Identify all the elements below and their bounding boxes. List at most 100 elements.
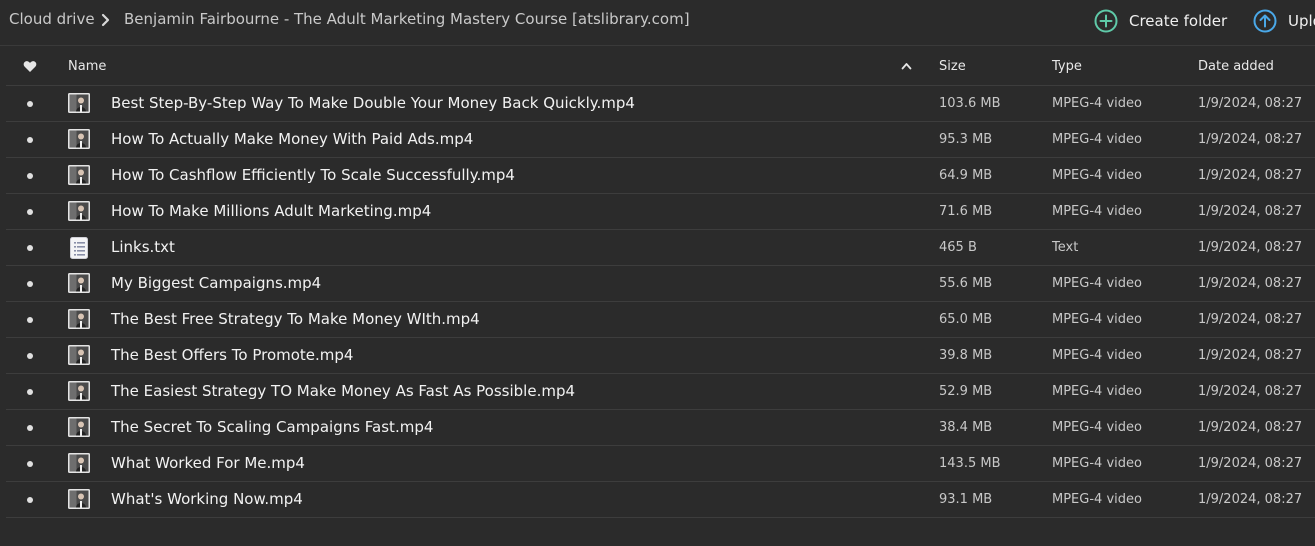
file-list: Best Step-By-Step Way To Make Double You…: [6, 86, 1315, 518]
file-name[interactable]: How To Make Millions Adult Marketing.mp4: [111, 202, 431, 220]
file-name[interactable]: The Easiest Strategy TO Make Money As Fa…: [111, 382, 575, 400]
file-name[interactable]: The Best Free Strategy To Make Money WIt…: [111, 310, 480, 328]
upload-button[interactable]: Upload: [1253, 7, 1315, 35]
file-date-added: 1/9/2024, 08:27: [1198, 492, 1303, 507]
video-thumbnail-icon: [68, 453, 90, 473]
file-name[interactable]: What's Working Now.mp4: [111, 490, 303, 508]
file-type: Text: [1052, 240, 1079, 255]
table-row[interactable]: What Worked For Me.mp4 143.5 MB MPEG-4 vid…: [6, 446, 1315, 482]
file-name[interactable]: Best Step-By-Step Way To Make Double You…: [111, 94, 635, 112]
file-size: 93.1 MB: [939, 492, 993, 507]
video-thumbnail-icon: [68, 417, 90, 437]
favorite-dot-icon[interactable]: [27, 137, 33, 143]
table-row[interactable]: Best Step-By-Step Way To Make Double You…: [6, 86, 1315, 122]
file-date-added: 1/9/2024, 08:27: [1198, 348, 1303, 363]
favorite-dot-icon[interactable]: [27, 389, 33, 395]
file-size: 143.5 MB: [939, 456, 1001, 471]
file-size: 39.8 MB: [939, 348, 993, 363]
favorite-dot-icon[interactable]: [27, 425, 33, 431]
file-name[interactable]: How To Actually Make Money With Paid Ads…: [111, 130, 473, 148]
file-type: MPEG-4 video: [1052, 276, 1142, 291]
table-row[interactable]: How To Cashflow Efficiently To Scale Suc…: [6, 158, 1315, 194]
favorite-dot-icon[interactable]: [27, 353, 33, 359]
file-size: 71.6 MB: [939, 204, 993, 219]
favorite-dot-icon[interactable]: [27, 497, 33, 503]
video-thumbnail-icon: [68, 201, 90, 221]
favorite-dot-icon[interactable]: [27, 173, 33, 179]
file-name[interactable]: What Worked For Me.mp4: [111, 454, 305, 472]
column-header-date-added[interactable]: Date added: [1198, 59, 1274, 74]
file-size: 65.0 MB: [939, 312, 993, 327]
file-date-added: 1/9/2024, 08:27: [1198, 204, 1303, 219]
file-type: MPEG-4 video: [1052, 348, 1142, 363]
video-thumbnail-icon: [68, 273, 90, 293]
heart-icon[interactable]: [23, 60, 37, 73]
breadcrumb-current-folder: Benjamin Fairbourne - The Adult Marketin…: [124, 10, 690, 28]
file-name[interactable]: How To Cashflow Efficiently To Scale Suc…: [111, 166, 515, 184]
file-size: 95.3 MB: [939, 132, 993, 147]
file-type: MPEG-4 video: [1052, 96, 1142, 111]
video-thumbnail-icon: [68, 129, 90, 149]
table-row[interactable]: The Secret To Scaling Campaigns Fast.mp4…: [6, 410, 1315, 446]
file-name[interactable]: Links.txt: [111, 238, 175, 256]
table-row[interactable]: The Best Free Strategy To Make Money WIt…: [6, 302, 1315, 338]
favorite-dot-icon[interactable]: [27, 461, 33, 467]
upload-arrow-icon: [1253, 9, 1277, 33]
top-bar: Cloud drive Benjamin Fairbourne - The Ad…: [0, 0, 1315, 46]
table-row[interactable]: Links.txt 465 B Text 1/9/2024, 08:27: [6, 230, 1315, 266]
file-type: MPEG-4 video: [1052, 168, 1142, 183]
file-date-added: 1/9/2024, 08:27: [1198, 240, 1303, 255]
file-name[interactable]: The Secret To Scaling Campaigns Fast.mp4: [111, 418, 433, 436]
file-type: MPEG-4 video: [1052, 492, 1142, 507]
file-size: 52.9 MB: [939, 384, 993, 399]
favorite-dot-icon[interactable]: [27, 281, 33, 287]
table-row[interactable]: The Easiest Strategy TO Make Money As Fa…: [6, 374, 1315, 410]
video-thumbnail-icon: [68, 93, 90, 113]
file-type: MPEG-4 video: [1052, 456, 1142, 471]
file-name[interactable]: My Biggest Campaigns.mp4: [111, 274, 321, 292]
file-date-added: 1/9/2024, 08:27: [1198, 96, 1303, 111]
file-date-added: 1/9/2024, 08:27: [1198, 132, 1303, 147]
column-header-size[interactable]: Size: [939, 59, 966, 74]
file-date-added: 1/9/2024, 08:27: [1198, 420, 1303, 435]
favorite-dot-icon[interactable]: [27, 209, 33, 215]
plus-circle-icon: [1094, 9, 1118, 33]
file-size: 64.9 MB: [939, 168, 993, 183]
upload-label: Upload: [1288, 12, 1315, 30]
table-row[interactable]: The Best Offers To Promote.mp4 39.8 MB MPE…: [6, 338, 1315, 374]
table-row[interactable]: How To Actually Make Money With Paid Ads…: [6, 122, 1315, 158]
text-file-icon: [68, 237, 90, 259]
file-date-added: 1/9/2024, 08:27: [1198, 312, 1303, 327]
file-type: MPEG-4 video: [1052, 312, 1142, 327]
breadcrumb-root[interactable]: Cloud drive: [9, 10, 95, 28]
file-type: MPEG-4 video: [1052, 204, 1142, 219]
file-type: MPEG-4 video: [1052, 384, 1142, 399]
create-folder-label: Create folder: [1129, 12, 1228, 30]
file-name[interactable]: The Best Offers To Promote.mp4: [111, 346, 353, 364]
column-header-name[interactable]: Name: [68, 59, 106, 74]
video-thumbnail-icon: [68, 489, 90, 509]
create-folder-button[interactable]: Create folder: [1094, 7, 1227, 35]
favorite-dot-icon[interactable]: [27, 245, 33, 251]
table-header: Name Size Type Date added: [6, 48, 1315, 86]
file-type: MPEG-4 video: [1052, 420, 1142, 435]
file-size: 55.6 MB: [939, 276, 993, 291]
table-row[interactable]: What's Working Now.mp4 93.1 MB MPEG-4 vide…: [6, 482, 1315, 518]
file-table: Name Size Type Date added Best Step-By-S…: [6, 48, 1315, 518]
sort-ascending-icon[interactable]: [901, 62, 912, 70]
chevron-right-icon: [101, 13, 110, 27]
file-date-added: 1/9/2024, 08:27: [1198, 276, 1303, 291]
video-thumbnail-icon: [68, 309, 90, 329]
video-thumbnail-icon: [68, 345, 90, 365]
file-date-added: 1/9/2024, 08:27: [1198, 456, 1303, 471]
file-size: 103.6 MB: [939, 96, 1001, 111]
favorite-dot-icon[interactable]: [27, 317, 33, 323]
file-date-added: 1/9/2024, 08:27: [1198, 384, 1303, 399]
table-row[interactable]: My Biggest Campaigns.mp4 55.6 MB MPEG-4 vi…: [6, 266, 1315, 302]
file-size: 465 B: [939, 240, 977, 255]
file-size: 38.4 MB: [939, 420, 993, 435]
column-header-type[interactable]: Type: [1052, 59, 1082, 74]
video-thumbnail-icon: [68, 165, 90, 185]
table-row[interactable]: How To Make Millions Adult Marketing.mp4…: [6, 194, 1315, 230]
favorite-dot-icon[interactable]: [27, 101, 33, 107]
